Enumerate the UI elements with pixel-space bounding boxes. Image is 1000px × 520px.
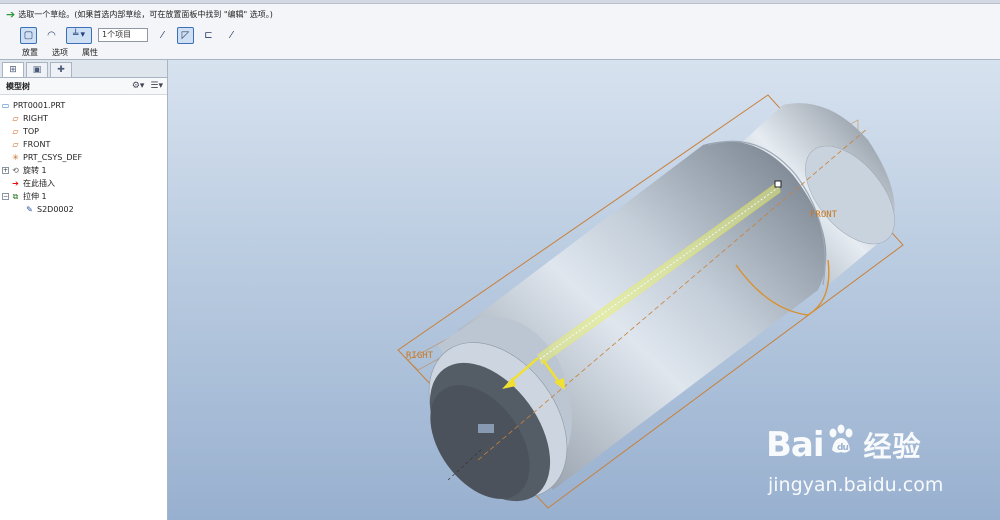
logo-text-cn: 经验	[863, 429, 922, 463]
tree-item-extrude[interactable]: − ⧉ 拉伸 1	[0, 190, 167, 203]
model-tree-tools: ⚙▾ ☰▾	[132, 81, 163, 91]
expand-toggle[interactable]: +	[2, 167, 9, 174]
logo-text-left: Bai	[766, 424, 825, 465]
tree-item-label: PRT0001.PRT	[13, 101, 66, 110]
tree-item-label: TOP	[23, 127, 40, 136]
folder-icon: ▣	[32, 65, 42, 75]
tree-item-label: 旋转 1	[23, 166, 47, 175]
navigator-panel: ⊞ ▣ ✚ 模型树 ⚙▾ ☰▾ ▭ PRT0001.PRT ▱ RIGHT ▱ …	[0, 60, 168, 520]
tree-item-label: S2D0002	[37, 205, 74, 214]
csys-icon: ✳	[12, 153, 19, 162]
folder-browser-tab[interactable]: ▣	[26, 62, 48, 77]
model-tree-tab[interactable]: ⊞	[2, 62, 24, 77]
svg-text:du: du	[837, 443, 848, 453]
datum-plane-icon: ▱	[12, 140, 19, 149]
favorites-icon: ✚	[57, 65, 65, 75]
remove-material-button[interactable]: ◸	[177, 26, 194, 44]
tree-item-csys[interactable]: ✳ PRT_CSYS_DEF	[0, 151, 167, 164]
favorites-tab[interactable]: ✚	[50, 62, 72, 77]
datum-plane-icon: ▱	[12, 127, 19, 136]
part-icon: ▭	[1, 101, 10, 110]
tree-item-revolve[interactable]: + ⟲ 旋转 1	[0, 164, 167, 177]
tree-item-front[interactable]: ▱ FRONT	[0, 138, 167, 151]
tree-item-label: FRONT	[23, 140, 51, 149]
tree-item-label: PRT_CSYS_DEF	[23, 153, 83, 162]
extrude-solid-button[interactable]: ▢	[20, 26, 37, 44]
thicken-sketch-button[interactable]: ⊏	[200, 27, 217, 44]
end-face-tag	[478, 424, 494, 433]
tree-item-part[interactable]: ▭ PRT0001.PRT	[0, 99, 167, 112]
tree-item-right[interactable]: ▱ RIGHT	[0, 112, 167, 125]
tree-item-sketch[interactable]: ✎ S2D0002	[0, 203, 167, 216]
paw-icon: du	[826, 424, 856, 465]
insert-here-icon: ➔	[12, 179, 19, 188]
sketch-icon: ✎	[26, 205, 33, 214]
model-tree-header: 模型树 ⚙▾ ☰▾	[0, 78, 167, 95]
dashboard-toolbar: ▢ ◠ ╧ ▾ 1个项目 ⁄ ◸ ⊏ ⁄	[20, 25, 240, 45]
front-plane-label[interactable]: FRONT	[810, 210, 838, 220]
revolve-icon: ⟲	[12, 166, 19, 175]
depth-drag-handle[interactable]	[774, 180, 782, 188]
chevron-down-icon: ▾	[80, 30, 85, 40]
tree-item-label: 拉伸 1	[23, 192, 47, 201]
tree-columns-icon[interactable]: ☰▾	[150, 81, 163, 91]
navigator-tabs: ⊞ ▣ ✚	[0, 60, 167, 78]
depth-option-dropdown[interactable]: ╧ ▾	[66, 26, 92, 44]
message-prompt: ➔ 选取一个草绘。(如果首选内部草绘，可在放置面板中找到 "编辑" 选项。)	[6, 7, 273, 21]
dashboard-tabs: 放置 选项 属性	[22, 47, 98, 58]
tree-item-top[interactable]: ▱ TOP	[0, 125, 167, 138]
tree-item-insert-here[interactable]: ➔ 在此插入	[0, 177, 167, 190]
collapse-toggle[interactable]: −	[2, 193, 9, 200]
depth-reference-field[interactable]: 1个项目	[98, 28, 148, 42]
tree-icon: ⊞	[9, 65, 17, 75]
tree-settings-icon[interactable]: ⚙▾	[132, 81, 145, 91]
watermark-url: jingyan.baidu.com	[768, 474, 944, 496]
baidu-logo: Bai du du 经验	[766, 424, 922, 465]
tab-options[interactable]: 选项	[52, 47, 68, 58]
flip-material-side-button[interactable]: ⁄	[223, 27, 240, 44]
tab-properties[interactable]: 属性	[82, 47, 98, 58]
flip-direction-button[interactable]: ⁄	[154, 27, 171, 44]
feature-dashboard: ➔ 选取一个草绘。(如果首选内部草绘，可在放置面板中找到 "编辑" 选项。) ▢…	[0, 4, 1000, 60]
tree-item-label: RIGHT	[23, 114, 49, 123]
model-tree: ▭ PRT0001.PRT ▱ RIGHT ▱ TOP ▱ FRONT ✳ PR…	[0, 95, 167, 216]
model-tree-title: 模型树	[6, 81, 30, 91]
datum-plane-icon: ▱	[12, 114, 19, 123]
extrude-icon: ⧉	[12, 191, 19, 201]
prompt-arrow-icon: ➔	[6, 7, 16, 21]
blind-depth-icon: ╧	[73, 30, 79, 40]
right-plane-label[interactable]: RIGHT	[406, 351, 434, 361]
baidu-jingyan-watermark: Bai du du 经验 jingyan.baidu.com	[766, 410, 996, 510]
tab-placement[interactable]: 放置	[22, 47, 38, 58]
tree-item-label: 在此插入	[23, 179, 55, 188]
prompt-text: 选取一个草绘。(如果首选内部草绘，可在放置面板中找到 "编辑" 选项。)	[18, 9, 273, 19]
extrude-surface-button[interactable]: ◠	[43, 27, 60, 44]
